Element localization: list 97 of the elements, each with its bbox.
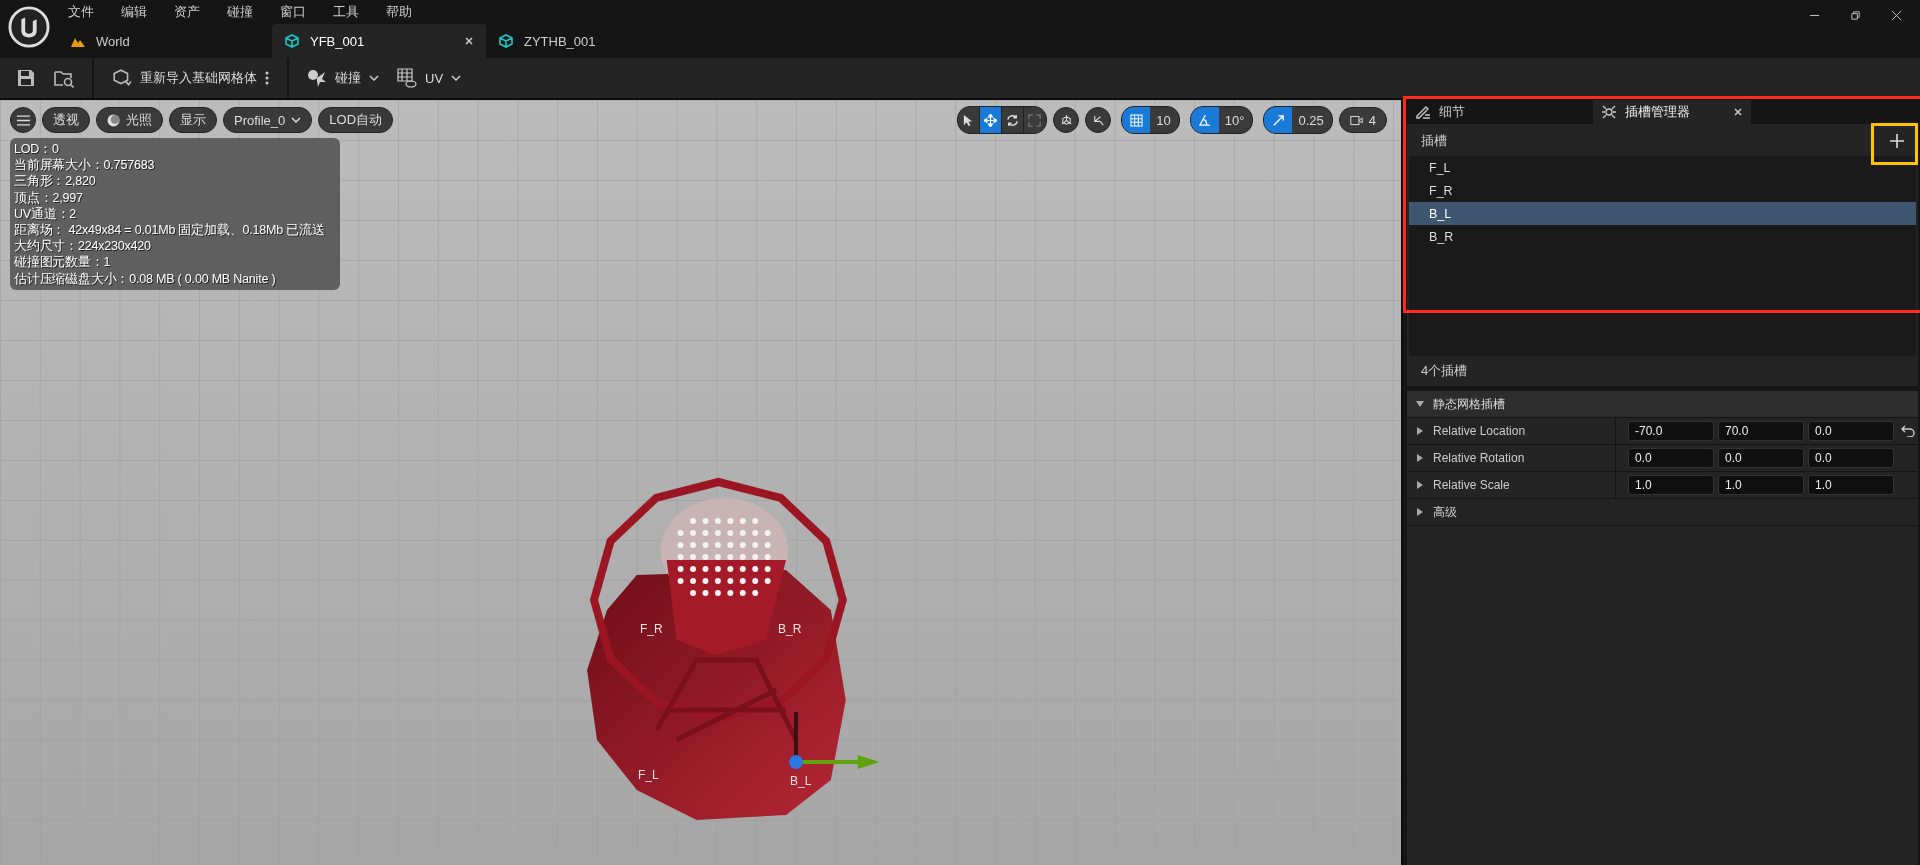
panel-tab[interactable]: 插槽管理器: [1593, 100, 1751, 124]
lighting-button[interactable]: 光照: [96, 107, 163, 133]
number-field[interactable]: 70.0: [1718, 421, 1804, 441]
advanced-row[interactable]: 高级: [1407, 499, 1918, 526]
stat-line: 距离场： 42x49x84 = 0.01Mb 固定加载、0.18Mb 已流送: [14, 222, 326, 239]
collision-icon: [307, 68, 327, 88]
scale-snap-toggle[interactable]: [1264, 107, 1293, 133]
angle-snap-toggle[interactable]: [1190, 107, 1219, 133]
socket-label: B_L: [790, 774, 812, 788]
uv-dropdown[interactable]: UV: [397, 68, 462, 88]
stat-line: 三角形：2,820: [14, 173, 97, 190]
socket-item[interactable]: F_R: [1409, 179, 1916, 202]
menu-item[interactable]: 碰撞: [227, 3, 253, 21]
grid-icon: [397, 68, 417, 88]
profile-dropdown[interactable]: Profile_0: [223, 107, 313, 133]
stat-line: 估计压缩磁盘大小：0.08 MB ( 0.00 MB Nanite ): [14, 270, 277, 287]
scale-arrow-icon: [1271, 113, 1285, 127]
sphere-icon: [107, 113, 120, 127]
restore-icon[interactable]: [1850, 10, 1861, 21]
advanced-label: 高级: [1433, 503, 1457, 521]
socket-label: B_R: [778, 622, 802, 636]
document-tab[interactable]: World: [58, 24, 272, 58]
caret-icon: [1415, 399, 1425, 409]
property-label: Relative Scale: [1433, 478, 1510, 492]
expand-icon[interactable]: [1415, 453, 1425, 463]
document-tab[interactable]: YFB_001: [272, 24, 486, 58]
close-icon[interactable]: [1733, 107, 1743, 117]
number-field[interactable]: 0.0: [1808, 448, 1894, 468]
menu-item[interactable]: 窗口: [280, 3, 306, 21]
collision-dropdown[interactable]: 碰撞: [307, 68, 379, 88]
property-label: Relative Location: [1433, 424, 1526, 438]
snap-value[interactable]: 0.25: [1292, 107, 1332, 133]
grid-snap-toggle[interactable]: [1122, 107, 1151, 133]
section-title: 静态网格插槽: [1433, 395, 1505, 413]
menu-item[interactable]: 工具: [333, 3, 359, 21]
cube-icon: [284, 33, 300, 49]
menu-item[interactable]: 帮助: [386, 3, 412, 21]
document-tab[interactable]: ZYTHB_001: [486, 24, 700, 58]
number-field[interactable]: 0.0: [1628, 448, 1714, 468]
reimport-button[interactable]: 重新导入基础网格体: [112, 68, 257, 88]
section-header[interactable]: 静态网格插槽: [1407, 391, 1918, 418]
move-tool-button[interactable]: [980, 107, 1003, 133]
add-icon[interactable]: [1890, 134, 1904, 148]
pencil-icon: [1415, 104, 1431, 120]
axes-cube-icon: [1059, 113, 1073, 127]
close-icon[interactable]: [1891, 10, 1902, 21]
number-field[interactable]: 0.0: [1718, 448, 1804, 468]
socket-label: F_L: [638, 768, 659, 782]
stat-line: UV通道：2: [14, 205, 78, 222]
viewport-button[interactable]: LOD自动: [318, 107, 394, 133]
move-icon: [984, 113, 998, 127]
engine-logo[interactable]: [8, 6, 50, 48]
number-field[interactable]: -70.0: [1628, 421, 1714, 441]
cube-icon: [498, 33, 514, 49]
angle-icon: [1198, 113, 1212, 127]
scale-icon: [1028, 113, 1042, 127]
socket-icon: [1601, 104, 1617, 120]
number-field[interactable]: 1.0: [1628, 475, 1714, 495]
number-field[interactable]: 1.0: [1808, 475, 1894, 495]
menu-icon: [16, 113, 30, 127]
expand-icon: [1415, 507, 1425, 517]
snap-value[interactable]: 10: [1150, 107, 1179, 133]
list-title: 插槽: [1421, 132, 1447, 150]
expand-icon[interactable]: [1415, 480, 1425, 490]
socket-label: F_R: [640, 622, 663, 636]
more-options-icon[interactable]: [265, 70, 269, 86]
socket-item[interactable]: B_R: [1409, 225, 1916, 248]
camera-icon: [1349, 113, 1363, 127]
stat-line: 顶点：2,997: [14, 189, 84, 206]
socket-item[interactable]: B_L: [1409, 202, 1916, 225]
grid-icon: [1129, 113, 1143, 127]
expand-icon[interactable]: [1415, 426, 1425, 436]
snap-value[interactable]: 10°: [1218, 107, 1253, 133]
number-field[interactable]: 0.0: [1808, 421, 1894, 441]
stat-line: 大约尺寸：224x230x420: [14, 238, 152, 255]
stat-line: LOD：0: [14, 141, 60, 158]
stat-line: 碰撞图元数量：1: [14, 254, 112, 271]
snap-axes-icon: [1091, 113, 1105, 127]
save-icon[interactable]: [16, 68, 36, 88]
reimport-icon: [112, 68, 132, 88]
number-field[interactable]: 1.0: [1718, 475, 1804, 495]
menu-item[interactable]: 资产: [174, 3, 200, 21]
property-label: Relative Rotation: [1433, 451, 1525, 465]
caret-icon: [451, 75, 462, 81]
menu-item[interactable]: 编辑: [121, 3, 147, 21]
reset-icon[interactable]: [1901, 425, 1915, 437]
panel-tab[interactable]: 细节: [1407, 100, 1581, 124]
socket-item[interactable]: F_L: [1409, 156, 1916, 179]
caret-icon: [369, 75, 379, 81]
menu-item[interactable]: 文件: [68, 3, 94, 21]
viewport-button[interactable]: 显示: [169, 107, 217, 133]
caret-icon: [291, 117, 302, 123]
rotate-icon: [1006, 113, 1020, 127]
close-icon[interactable]: [464, 36, 474, 46]
viewport-button[interactable]: 透视: [42, 107, 90, 133]
browse-folder-icon[interactable]: [54, 68, 74, 88]
stat-line: 当前屏幕大小：0.757683: [14, 157, 156, 174]
